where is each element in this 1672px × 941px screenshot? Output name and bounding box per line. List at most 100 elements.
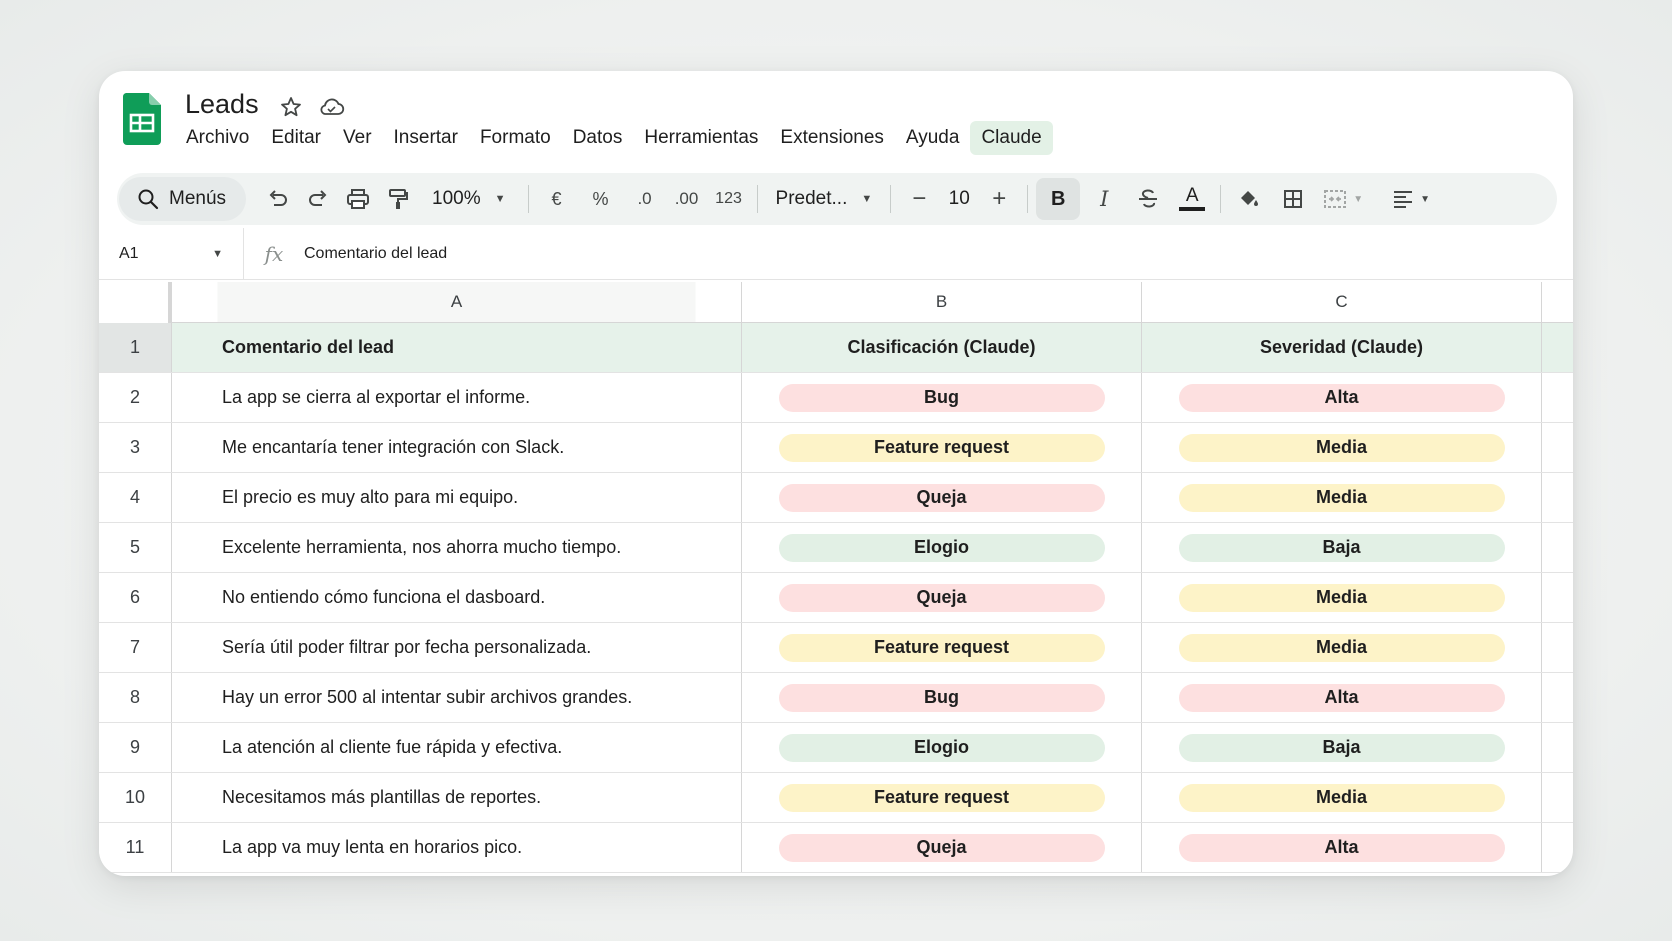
search-menus-button[interactable]: Menús [119,177,247,221]
row-number[interactable]: 11 [99,823,172,872]
comment-cell[interactable]: La app va muy lenta en horarios pico. [172,823,742,872]
google-sheets-logo[interactable] [122,93,161,145]
document-title[interactable]: Leads [185,89,259,120]
severity-cell[interactable]: Alta [1142,823,1542,872]
row-number[interactable]: 5 [99,523,172,572]
undo-button[interactable] [258,179,298,219]
severity-cell[interactable]: Media [1142,573,1542,622]
comment-cell[interactable]: La atención al cliente fue rápida y efec… [172,723,742,772]
decrease-font-size-button[interactable]: − [899,179,939,219]
row-number[interactable]: 7 [99,623,172,672]
merge-cells-button[interactable]: ▼ [1317,179,1369,219]
menu-editar[interactable]: Editar [260,121,332,155]
empty-cell[interactable] [1542,323,1573,372]
severity-cell[interactable]: Media [1142,423,1542,472]
classification-cell[interactable]: Feature request [742,423,1142,472]
italic-button[interactable]: I [1084,179,1124,219]
header-cell-severity[interactable]: Severidad (Claude) [1142,323,1542,372]
row-number[interactable]: 3 [99,423,172,472]
menu-insertar[interactable]: Insertar [383,121,469,155]
header-cell-comment[interactable]: Comentario del lead [172,323,742,372]
menu-ver[interactable]: Ver [332,121,383,155]
menu-archivo[interactable]: Archivo [175,121,260,155]
classification-cell[interactable]: Queja [742,573,1142,622]
borders-button[interactable] [1273,179,1313,219]
font-value: Predet... [775,188,848,209]
severity-cell[interactable]: Baja [1142,523,1542,572]
zoom-select[interactable]: 100% ▼ [418,179,520,219]
classification-cell[interactable]: Bug [742,373,1142,422]
empty-cell[interactable] [1542,673,1573,722]
menu-extensiones[interactable]: Extensiones [769,121,895,155]
row-number[interactable]: 1 [99,323,172,372]
column-header-c[interactable]: C [1142,282,1542,322]
comment-cell[interactable]: Necesitamos más plantillas de reportes. [172,773,742,822]
comment-cell[interactable]: La app se cierra al exportar el informe. [172,373,742,422]
font-size-input[interactable]: 10 [939,179,979,219]
bold-button[interactable]: B [1036,178,1081,220]
row-number[interactable]: 8 [99,673,172,722]
severity-cell[interactable]: Alta [1142,673,1542,722]
name-box[interactable]: A1 ▼ [99,228,244,279]
currency-format-button[interactable]: € [537,179,577,219]
comment-cell[interactable]: El precio es muy alto para mi equipo. [172,473,742,522]
classification-cell[interactable]: Queja [742,823,1142,872]
star-icon[interactable] [277,93,305,121]
empty-cell[interactable] [1542,473,1573,522]
horizontal-align-button[interactable]: ▼ [1386,179,1436,219]
percent-format-button[interactable]: % [581,179,621,219]
cloud-icon[interactable] [317,93,345,121]
number-format-button[interactable]: 123 [709,179,749,219]
paint-format-button[interactable] [378,179,418,219]
empty-cell[interactable] [1542,823,1573,872]
empty-cell[interactable] [1542,523,1573,572]
header-cell-classification[interactable]: Clasificación (Claude) [742,323,1142,372]
classification-cell[interactable]: Feature request [742,623,1142,672]
row-number[interactable]: 6 [99,573,172,622]
increase-decimals-button[interactable]: .00 [667,179,707,219]
comment-cell[interactable]: Me encantaría tener integración con Slac… [172,423,742,472]
column-header-b[interactable]: B [742,282,1142,322]
empty-cell[interactable] [1542,373,1573,422]
empty-cell[interactable] [1542,423,1573,472]
comment-cell[interactable]: No entiendo cómo funciona el dasboard. [172,573,742,622]
comment-cell[interactable]: Excelente herramienta, nos ahorra mucho … [172,523,742,572]
empty-cell[interactable] [1542,623,1573,672]
empty-cell[interactable] [1542,773,1573,822]
severity-cell[interactable]: Baja [1142,723,1542,772]
strikethrough-button[interactable] [1128,179,1168,219]
row-number[interactable]: 4 [99,473,172,522]
menu-herramientas[interactable]: Herramientas [633,121,769,155]
font-select[interactable]: Predet... ▼ [766,179,883,219]
severity-cell[interactable]: Alta [1142,373,1542,422]
severity-cell[interactable]: Media [1142,473,1542,522]
menu-claude[interactable]: Claude [970,121,1053,155]
comment-cell[interactable]: Hay un error 500 al intentar subir archi… [172,673,742,722]
row-number[interactable]: 10 [99,773,172,822]
text-color-button[interactable]: A [1172,179,1212,219]
severity-cell[interactable]: Media [1142,773,1542,822]
decrease-decimals-button[interactable]: .0 [625,179,665,219]
severity-cell[interactable]: Media [1142,623,1542,672]
fill-color-button[interactable] [1229,179,1269,219]
classification-cell[interactable]: Feature request [742,773,1142,822]
classification-cell[interactable]: Queja [742,473,1142,522]
column-header-a[interactable]: A [172,282,742,322]
menu-ayuda[interactable]: Ayuda [895,121,971,155]
empty-cell[interactable] [1542,573,1573,622]
row-number[interactable]: 2 [99,373,172,422]
column-header-d[interactable] [1542,282,1573,322]
menu-formato[interactable]: Formato [469,121,562,155]
select-all-corner[interactable] [99,282,172,327]
redo-button[interactable] [298,179,338,219]
menu-datos[interactable]: Datos [562,121,634,155]
comment-cell[interactable]: Sería útil poder filtrar por fecha perso… [172,623,742,672]
formula-input[interactable]: Comentario del lead [304,245,447,263]
empty-cell[interactable] [1542,723,1573,772]
classification-cell[interactable]: Elogio [742,723,1142,772]
row-number[interactable]: 9 [99,723,172,772]
increase-font-size-button[interactable]: + [979,179,1019,219]
classification-cell[interactable]: Bug [742,673,1142,722]
classification-cell[interactable]: Elogio [742,523,1142,572]
print-button[interactable] [338,179,378,219]
